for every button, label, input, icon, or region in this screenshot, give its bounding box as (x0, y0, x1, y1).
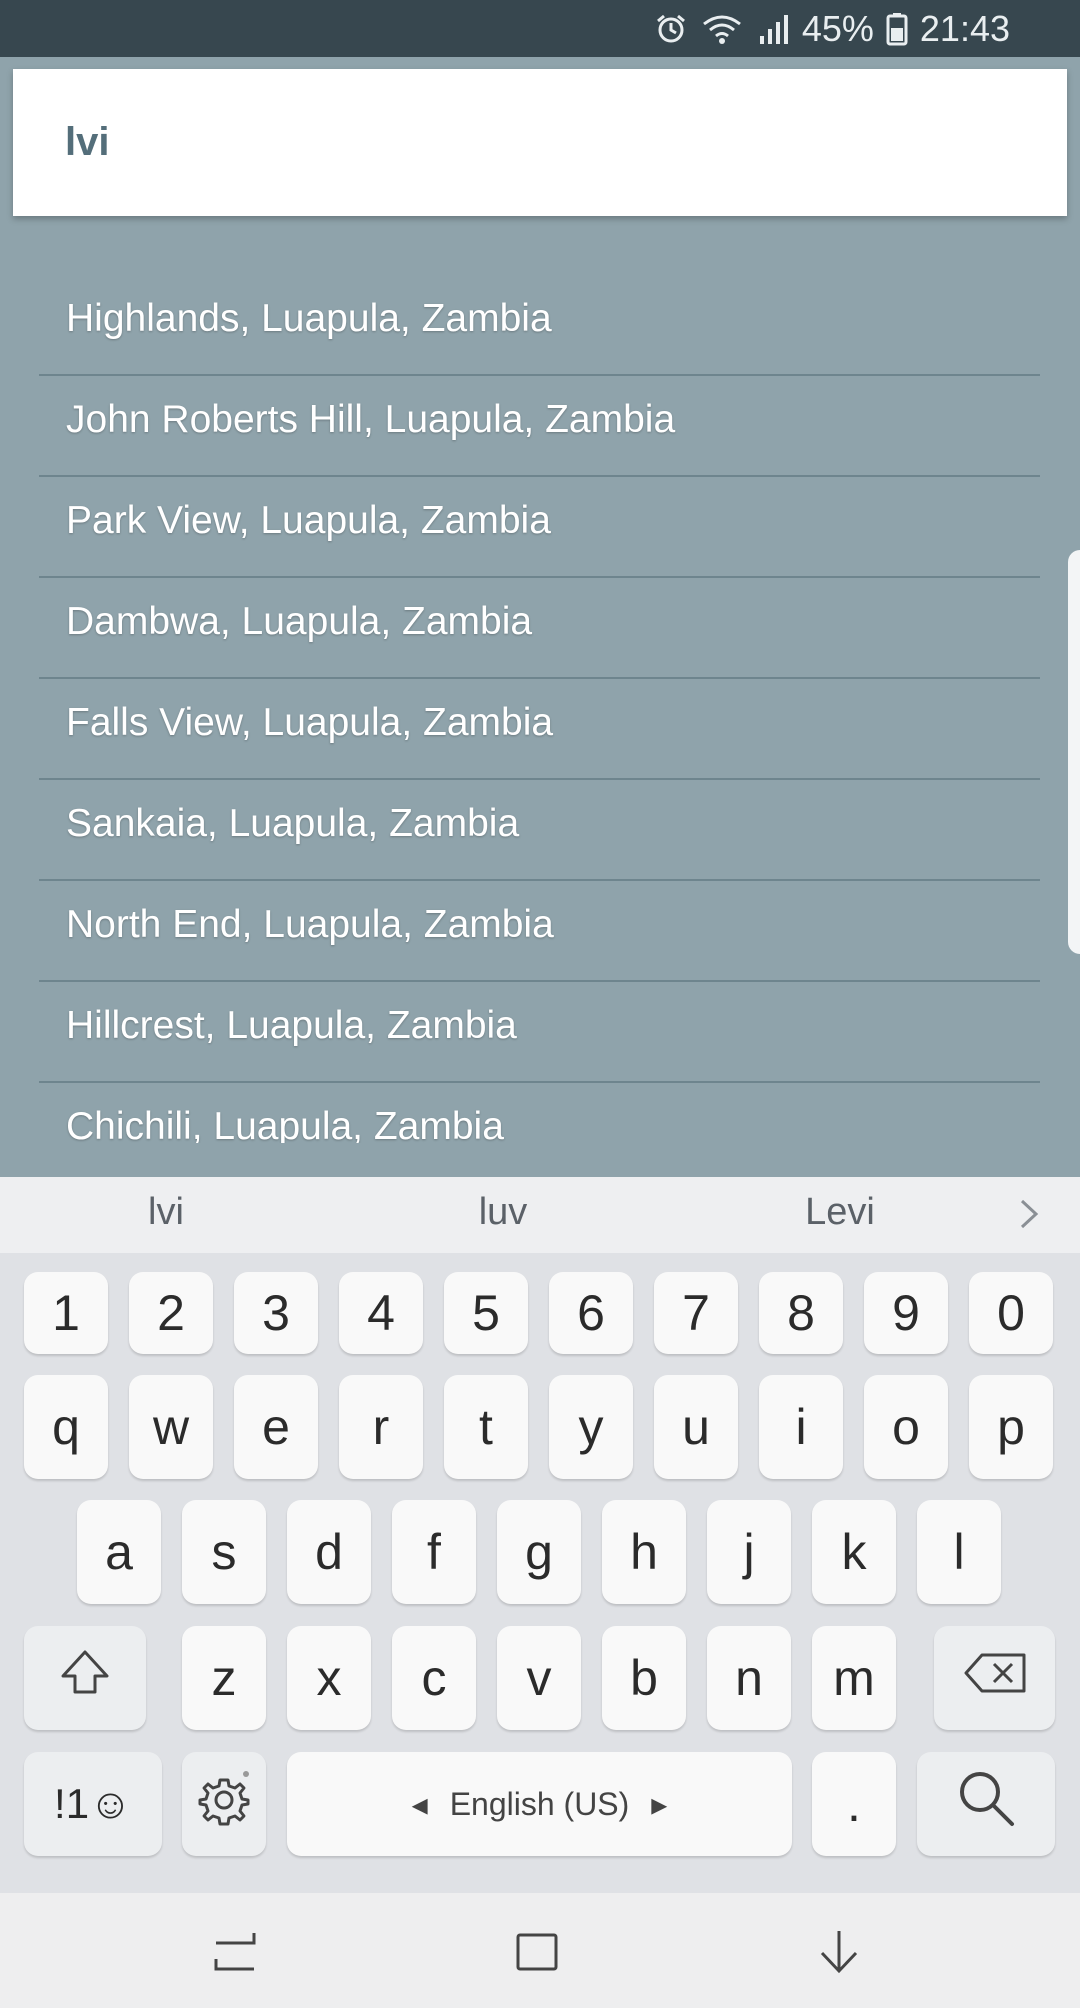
suggestion-3[interactable]: Levi (690, 1191, 990, 1234)
key-1[interactable]: 1 (24, 1272, 108, 1354)
recent-apps-button[interactable] (210, 1923, 260, 1984)
result-item[interactable]: Hillcrest, Luapula, Zambia (39, 982, 1040, 1083)
clock: 21:43 (919, 7, 1010, 49)
result-label: Hillcrest, Luapula, Zambia (66, 1004, 517, 1047)
results-list: Highlands, Luapula, Zambia John Roberts … (0, 275, 1080, 1143)
key-6[interactable]: 6 (549, 1272, 633, 1354)
symbols-key[interactable]: !1☺ (24, 1752, 162, 1856)
key-n[interactable]: n (707, 1626, 791, 1730)
key-f[interactable]: f (392, 1500, 476, 1604)
key-5[interactable]: 5 (444, 1272, 528, 1354)
key-b[interactable]: b (602, 1626, 686, 1730)
result-label: Park View, Luapula, Zambia (66, 499, 551, 542)
key-r[interactable]: r (339, 1375, 423, 1479)
result-item[interactable]: North End, Luapula, Zambia (39, 881, 1040, 982)
result-label: Dambwa, Luapula, Zambia (66, 600, 533, 643)
shift-key[interactable] (24, 1626, 146, 1730)
search-key[interactable] (917, 1752, 1055, 1856)
search-icon (954, 1766, 1018, 1842)
key-c[interactable]: c (392, 1626, 476, 1730)
key-h[interactable]: h (602, 1500, 686, 1604)
chevron-right-icon[interactable] (1012, 1197, 1046, 1236)
key-a[interactable]: a (77, 1500, 161, 1604)
scrollbar[interactable] (1068, 550, 1080, 954)
result-item[interactable]: Chichili, Luapula, Zambia (39, 1083, 1040, 1143)
key-9[interactable]: 9 (864, 1272, 948, 1354)
result-item[interactable]: Park View, Luapula, Zambia (39, 477, 1040, 578)
home-button[interactable] (512, 1923, 562, 1984)
key-o[interactable]: o (864, 1375, 948, 1479)
key-p[interactable]: p (969, 1375, 1053, 1479)
result-item[interactable]: John Roberts Hill, Luapula, Zambia (39, 376, 1040, 477)
key-i[interactable]: i (759, 1375, 843, 1479)
key-k[interactable]: k (812, 1500, 896, 1604)
key-m[interactable]: m (812, 1626, 896, 1730)
key-t[interactable]: t (444, 1375, 528, 1479)
key-w[interactable]: w (129, 1375, 213, 1479)
key-v[interactable]: v (497, 1626, 581, 1730)
search-input[interactable] (65, 109, 1025, 175)
result-item[interactable]: Falls View, Luapula, Zambia (39, 679, 1040, 780)
caret-right-icon: ▸ (651, 1786, 668, 1822)
result-label: John Roberts Hill, Luapula, Zambia (66, 398, 676, 441)
back-button[interactable] (814, 1923, 864, 1984)
space-key[interactable]: ◂ English (US) ▸ (287, 1752, 792, 1856)
key-z[interactable]: z (182, 1626, 266, 1730)
result-label: Highlands, Luapula, Zambia (66, 297, 552, 340)
caret-left-icon: ◂ (411, 1786, 428, 1822)
battery-percent: 45% (801, 7, 874, 49)
key-2[interactable]: 2 (129, 1272, 213, 1354)
key-j[interactable]: j (707, 1500, 791, 1604)
shift-icon (57, 1644, 113, 1712)
key-s[interactable]: s (182, 1500, 266, 1604)
recent-apps-icon (210, 1933, 260, 1983)
search-box (13, 69, 1067, 216)
settings-key[interactable] (182, 1752, 266, 1856)
backspace-icon (962, 1649, 1028, 1707)
key-e[interactable]: e (234, 1375, 318, 1479)
key-0[interactable]: 0 (969, 1272, 1053, 1354)
navigation-bar (0, 1893, 1080, 2008)
wifi-icon (700, 12, 744, 46)
backspace-key[interactable] (934, 1626, 1055, 1730)
key-l[interactable]: l (917, 1500, 1001, 1604)
battery-icon (886, 12, 908, 46)
space-label: English (US) (449, 1785, 630, 1822)
suggestion-1[interactable]: lvi (16, 1191, 316, 1234)
suggestion-2[interactable]: luv (353, 1191, 653, 1234)
key-u[interactable]: u (654, 1375, 738, 1479)
chevron-down-icon (814, 1931, 864, 1983)
result-label: Sankaia, Luapula, Zambia (66, 802, 520, 845)
home-icon (512, 1933, 562, 1983)
signal-icon (756, 12, 790, 46)
result-label: Chichili, Luapula, Zambia (66, 1105, 504, 1143)
key-y[interactable]: y (549, 1375, 633, 1479)
period-key[interactable]: . (812, 1752, 896, 1856)
key-g[interactable]: g (497, 1500, 581, 1604)
key-x[interactable]: x (287, 1626, 371, 1730)
result-item[interactable]: Highlands, Luapula, Zambia (39, 275, 1040, 376)
suggestion-bar: lvi luv Levi (0, 1177, 1080, 1253)
result-item[interactable]: Dambwa, Luapula, Zambia (39, 578, 1040, 679)
key-3[interactable]: 3 (234, 1272, 318, 1354)
key-d[interactable]: d (287, 1500, 371, 1604)
result-item[interactable]: Sankaia, Luapula, Zambia (39, 780, 1040, 881)
alarm-icon (654, 12, 688, 46)
result-label: Falls View, Luapula, Zambia (66, 701, 554, 744)
status-bar: 45% 21:43 (0, 0, 1080, 57)
key-8[interactable]: 8 (759, 1272, 843, 1354)
key-4[interactable]: 4 (339, 1272, 423, 1354)
key-7[interactable]: 7 (654, 1272, 738, 1354)
key-q[interactable]: q (24, 1375, 108, 1479)
keyboard: lvi luv Levi 1 2 3 4 5 6 7 8 9 0 q w e r… (0, 1177, 1080, 1893)
gear-icon (194, 1768, 254, 1840)
result-label: North End, Luapula, Zambia (66, 903, 554, 946)
